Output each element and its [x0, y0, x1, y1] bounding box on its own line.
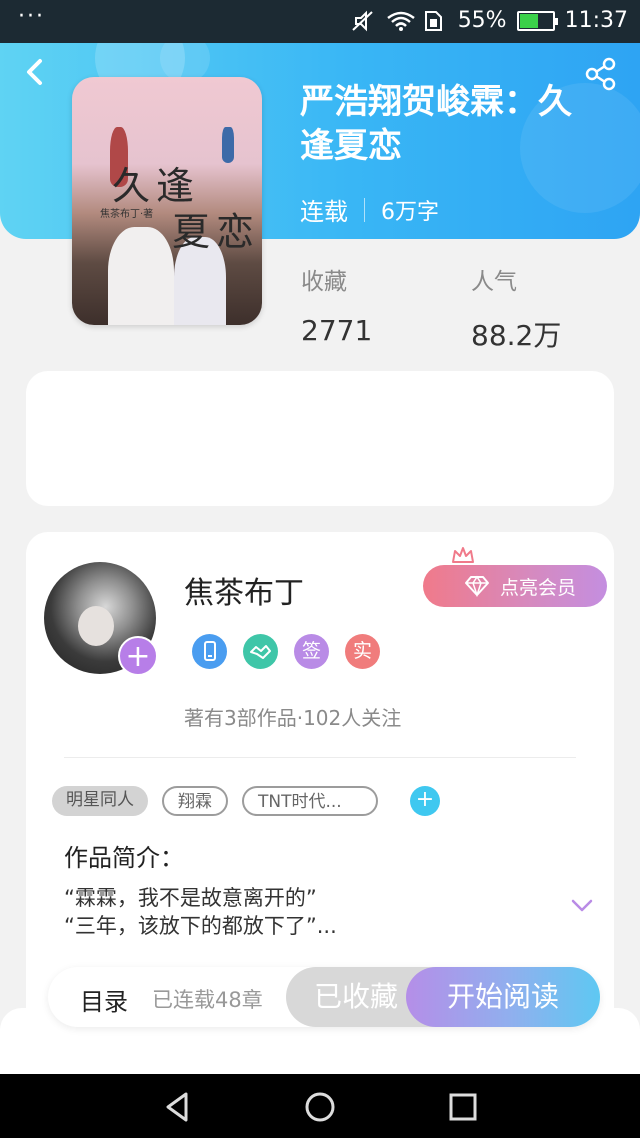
favorites-value: 2771 — [301, 314, 373, 347]
sim-icon — [422, 10, 448, 32]
battery-icon — [516, 10, 558, 31]
diamond-icon — [464, 575, 489, 597]
popularity-label: 人气 — [471, 269, 517, 295]
cover-title-line2: 夏恋 — [172, 210, 261, 254]
divider — [64, 757, 576, 758]
intro-heading: 作品简介： — [64, 844, 184, 872]
phone-badge-icon[interactable] — [192, 634, 227, 669]
wifi-icon — [386, 10, 415, 32]
square-recent-icon[interactable] — [446, 1090, 480, 1124]
favorites-stat: 收藏 2771 — [301, 262, 372, 347]
cover-author: 焦茶布丁·著 — [100, 209, 154, 220]
author-name[interactable]: 焦茶布丁 — [184, 568, 304, 612]
start-reading-button[interactable]: 开始阅读 — [406, 967, 600, 1027]
triangle-back-icon[interactable] — [160, 1090, 194, 1124]
share-icon — [585, 57, 616, 91]
crown-icon — [452, 547, 474, 563]
favorites-label: 收藏 — [301, 269, 347, 295]
back-button[interactable] — [20, 55, 50, 89]
tag-list: 明星同人 翔霖 TNT时代... + — [52, 786, 440, 816]
blank-card — [26, 371, 614, 506]
circle-home-icon[interactable] — [303, 1090, 337, 1124]
intro-line: “霖霖，我不是故意离开的” — [64, 886, 317, 910]
serial-status-badge: 连载 — [300, 198, 348, 226]
chevron-left-icon — [27, 59, 42, 85]
tag-item[interactable]: 明星同人 — [52, 786, 148, 816]
follow-button[interactable]: + — [118, 636, 158, 676]
meta-divider — [364, 197, 365, 222]
tag-item[interactable]: 翔霖 — [162, 786, 228, 816]
status-bar: ··· 55% 11:37 — [0, 0, 640, 43]
author-badges: 签 实 — [192, 634, 380, 669]
battery-percent: 55% — [457, 8, 507, 33]
chevron-down-icon[interactable] — [570, 898, 594, 914]
mute-icon — [350, 10, 376, 32]
vip-button[interactable]: 点亮会员 — [423, 565, 607, 607]
handshake-badge-icon[interactable] — [243, 634, 278, 669]
add-tag-button[interactable]: + — [410, 786, 440, 816]
vip-label: 点亮会员 — [499, 576, 576, 599]
plus-icon: + — [415, 787, 435, 812]
more-indicator: ··· — [18, 4, 45, 29]
plus-icon: + — [125, 639, 151, 674]
action-bar: 目录 已连载48章 已收藏 开始阅读 — [48, 967, 600, 1027]
popularity-stat: 人气 88.2万 — [471, 262, 561, 354]
share-button[interactable] — [584, 57, 618, 91]
real-badge-icon[interactable]: 实 — [345, 634, 380, 669]
book-title: 严浩翔贺峻霖：久逢夏恋 — [300, 82, 572, 166]
system-nav-bar — [0, 1074, 640, 1138]
author-stats: 著有3部作品·102人关注 — [184, 706, 402, 730]
sign-badge-icon[interactable]: 签 — [294, 634, 329, 669]
serial-status: 已连载48章 — [152, 988, 263, 1012]
book-cover[interactable]: 久逢 夏恋 焦茶布丁·著 — [72, 77, 262, 325]
tag-item[interactable]: TNT时代... — [242, 786, 378, 816]
popularity-value: 88.2万 — [471, 319, 562, 352]
book-meta: 连载 6万字 — [300, 192, 439, 227]
clock: 11:37 — [564, 8, 628, 33]
toc-button[interactable]: 目录 — [80, 982, 128, 1017]
intro-line: “三年，该放下的都放下了”... — [64, 914, 337, 938]
word-count: 6万字 — [381, 199, 439, 225]
intro-text: “霖霖，我不是故意离开的” “三年，该放下的都放下了”... — [64, 884, 337, 940]
